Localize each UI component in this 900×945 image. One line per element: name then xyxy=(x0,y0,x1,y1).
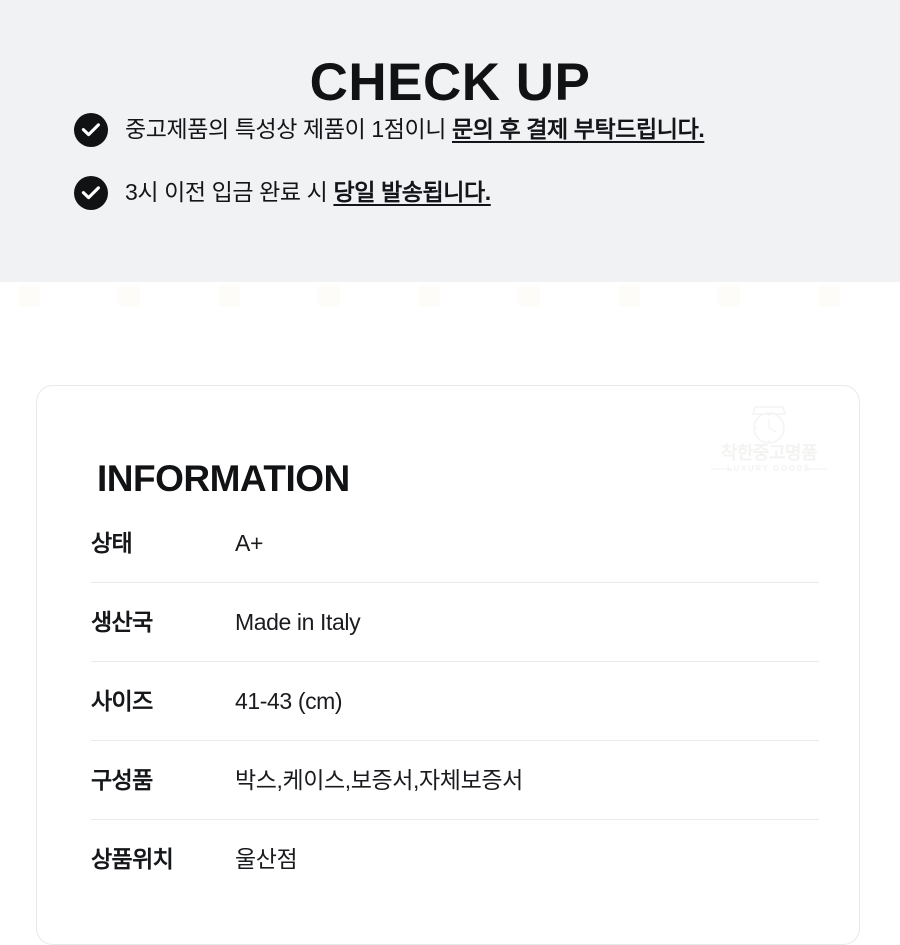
spec-value: 41-43 (cm) xyxy=(235,688,343,714)
spec-label: 상품위치 xyxy=(91,846,174,872)
table-row: 생산국 Made in Italy xyxy=(91,582,819,661)
table-row: 구성품 박스,케이스,보증서,자체보증서 xyxy=(91,740,819,819)
spec-value: 울산점 xyxy=(235,846,298,872)
spec-label: 사이즈 xyxy=(91,688,153,714)
check-up-section: CHECK UP 중고제품의 특성상 제품이 1점이니 문의 후 결제 부탁드립… xyxy=(0,0,900,282)
watermark-rule-icon xyxy=(711,468,827,470)
check-circle-icon xyxy=(74,176,108,210)
spec-label: 생산국 xyxy=(91,609,153,635)
check-up-item-text: 3시 이전 입금 완료 시 당일 발송됩니다. xyxy=(108,175,874,209)
check-up-list: 중고제품의 특성상 제품이 1점이니 문의 후 결제 부탁드립니다. 3시 이전… xyxy=(74,112,874,238)
spec-label: 상태 xyxy=(91,530,133,556)
information-card: INFORMATION 착한중고명품 LUXURY GOODS 상태 A+ 생산… xyxy=(36,385,860,945)
spec-value: 박스,케이스,보증서,자체보증서 xyxy=(235,767,523,793)
table-row: 상태 A+ xyxy=(91,504,819,582)
brand-watermark-logo: 착한중고명품 LUXURY GOODS xyxy=(705,406,833,480)
watch-icon xyxy=(751,406,787,444)
band-tile xyxy=(318,285,340,307)
list-item: 3시 이전 입금 완료 시 당일 발송됩니다. xyxy=(74,175,874,210)
spec-label: 구성품 xyxy=(91,767,153,793)
check-circle-icon xyxy=(74,113,108,147)
list-item: 중고제품의 특성상 제품이 1점이니 문의 후 결제 부탁드립니다. xyxy=(74,112,874,147)
watermark-brand-text: 착한중고명품 xyxy=(720,443,818,463)
check-up-item-text: 중고제품의 특성상 제품이 1점이니 문의 후 결제 부탁드립니다. xyxy=(108,112,874,146)
spec-value: A+ xyxy=(235,530,263,556)
check-up-title: CHECK UP xyxy=(309,52,591,112)
check-up-item-emphasis: 문의 후 결제 부탁드립니다. xyxy=(452,116,705,142)
table-row: 상품위치 울산점 xyxy=(91,819,819,898)
check-up-item-plain: 3시 이전 입금 완료 시 xyxy=(125,179,334,205)
band-tile xyxy=(718,285,740,307)
table-row: 사이즈 41-43 (cm) xyxy=(91,661,819,740)
band-tile xyxy=(418,285,440,307)
check-up-item-emphasis: 당일 발송됩니다. xyxy=(333,179,491,205)
band-tile xyxy=(218,285,240,307)
band-tile xyxy=(618,285,640,307)
check-up-item-plain: 중고제품의 특성상 제품이 1점이니 xyxy=(125,116,452,142)
decorative-band xyxy=(0,283,900,323)
product-detail-page: CHECK UP 중고제품의 특성상 제품이 1점이니 문의 후 결제 부탁드립… xyxy=(0,0,900,945)
spec-value: Made in Italy xyxy=(235,609,361,635)
band-tile xyxy=(18,285,40,307)
band-tile xyxy=(518,285,540,307)
information-table: 상태 A+ 생산국 Made in Italy 사이즈 41-43 (cm) 구… xyxy=(91,504,819,898)
band-tile xyxy=(118,285,140,307)
band-tile xyxy=(818,285,840,307)
